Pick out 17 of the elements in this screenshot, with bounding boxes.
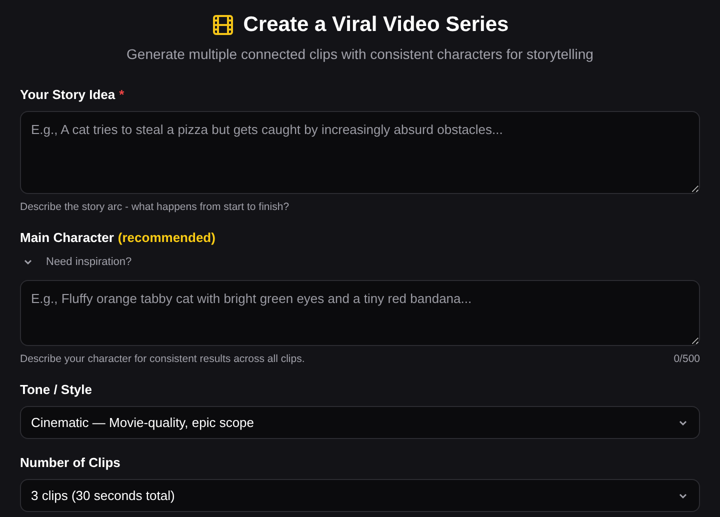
field-label: Tone / Style: [20, 382, 92, 398]
inspiration-toggle[interactable]: Need inspiration?: [22, 255, 132, 269]
film-icon: [211, 13, 236, 37]
page-subtitle: Generate multiple connected clips with consistent characters for storytelling: [126, 45, 594, 64]
character-counter: 0/500: [674, 352, 700, 366]
required-mark: *: [119, 87, 124, 103]
text-area[interactable]: E.g., Fluffy orange tabby cat with bright green eyes and a tiny red bandana...: [20, 280, 700, 346]
field-label: Number of Clips: [20, 455, 120, 471]
field-hint: Describe your character for consistent results across all clips.: [20, 352, 305, 366]
field-hint: Describe the story arc - what happens from start to finish?: [20, 200, 290, 214]
dropdown-select[interactable]: Cinematic — Movie-quality, epic scope: [20, 406, 700, 439]
field-label: Your Story Idea: [20, 87, 116, 103]
dropdown-select[interactable]: 3 clips (30 seconds total): [20, 479, 700, 512]
field-label: Main Character: [20, 230, 114, 246]
text-area[interactable]: E.g., A cat tries to steal a pizza but gets caught by increasingly absurd obstacles...: [20, 111, 700, 194]
label-note: (recommended): [118, 230, 216, 246]
page-title: Create a Viral Video Series: [243, 12, 509, 38]
